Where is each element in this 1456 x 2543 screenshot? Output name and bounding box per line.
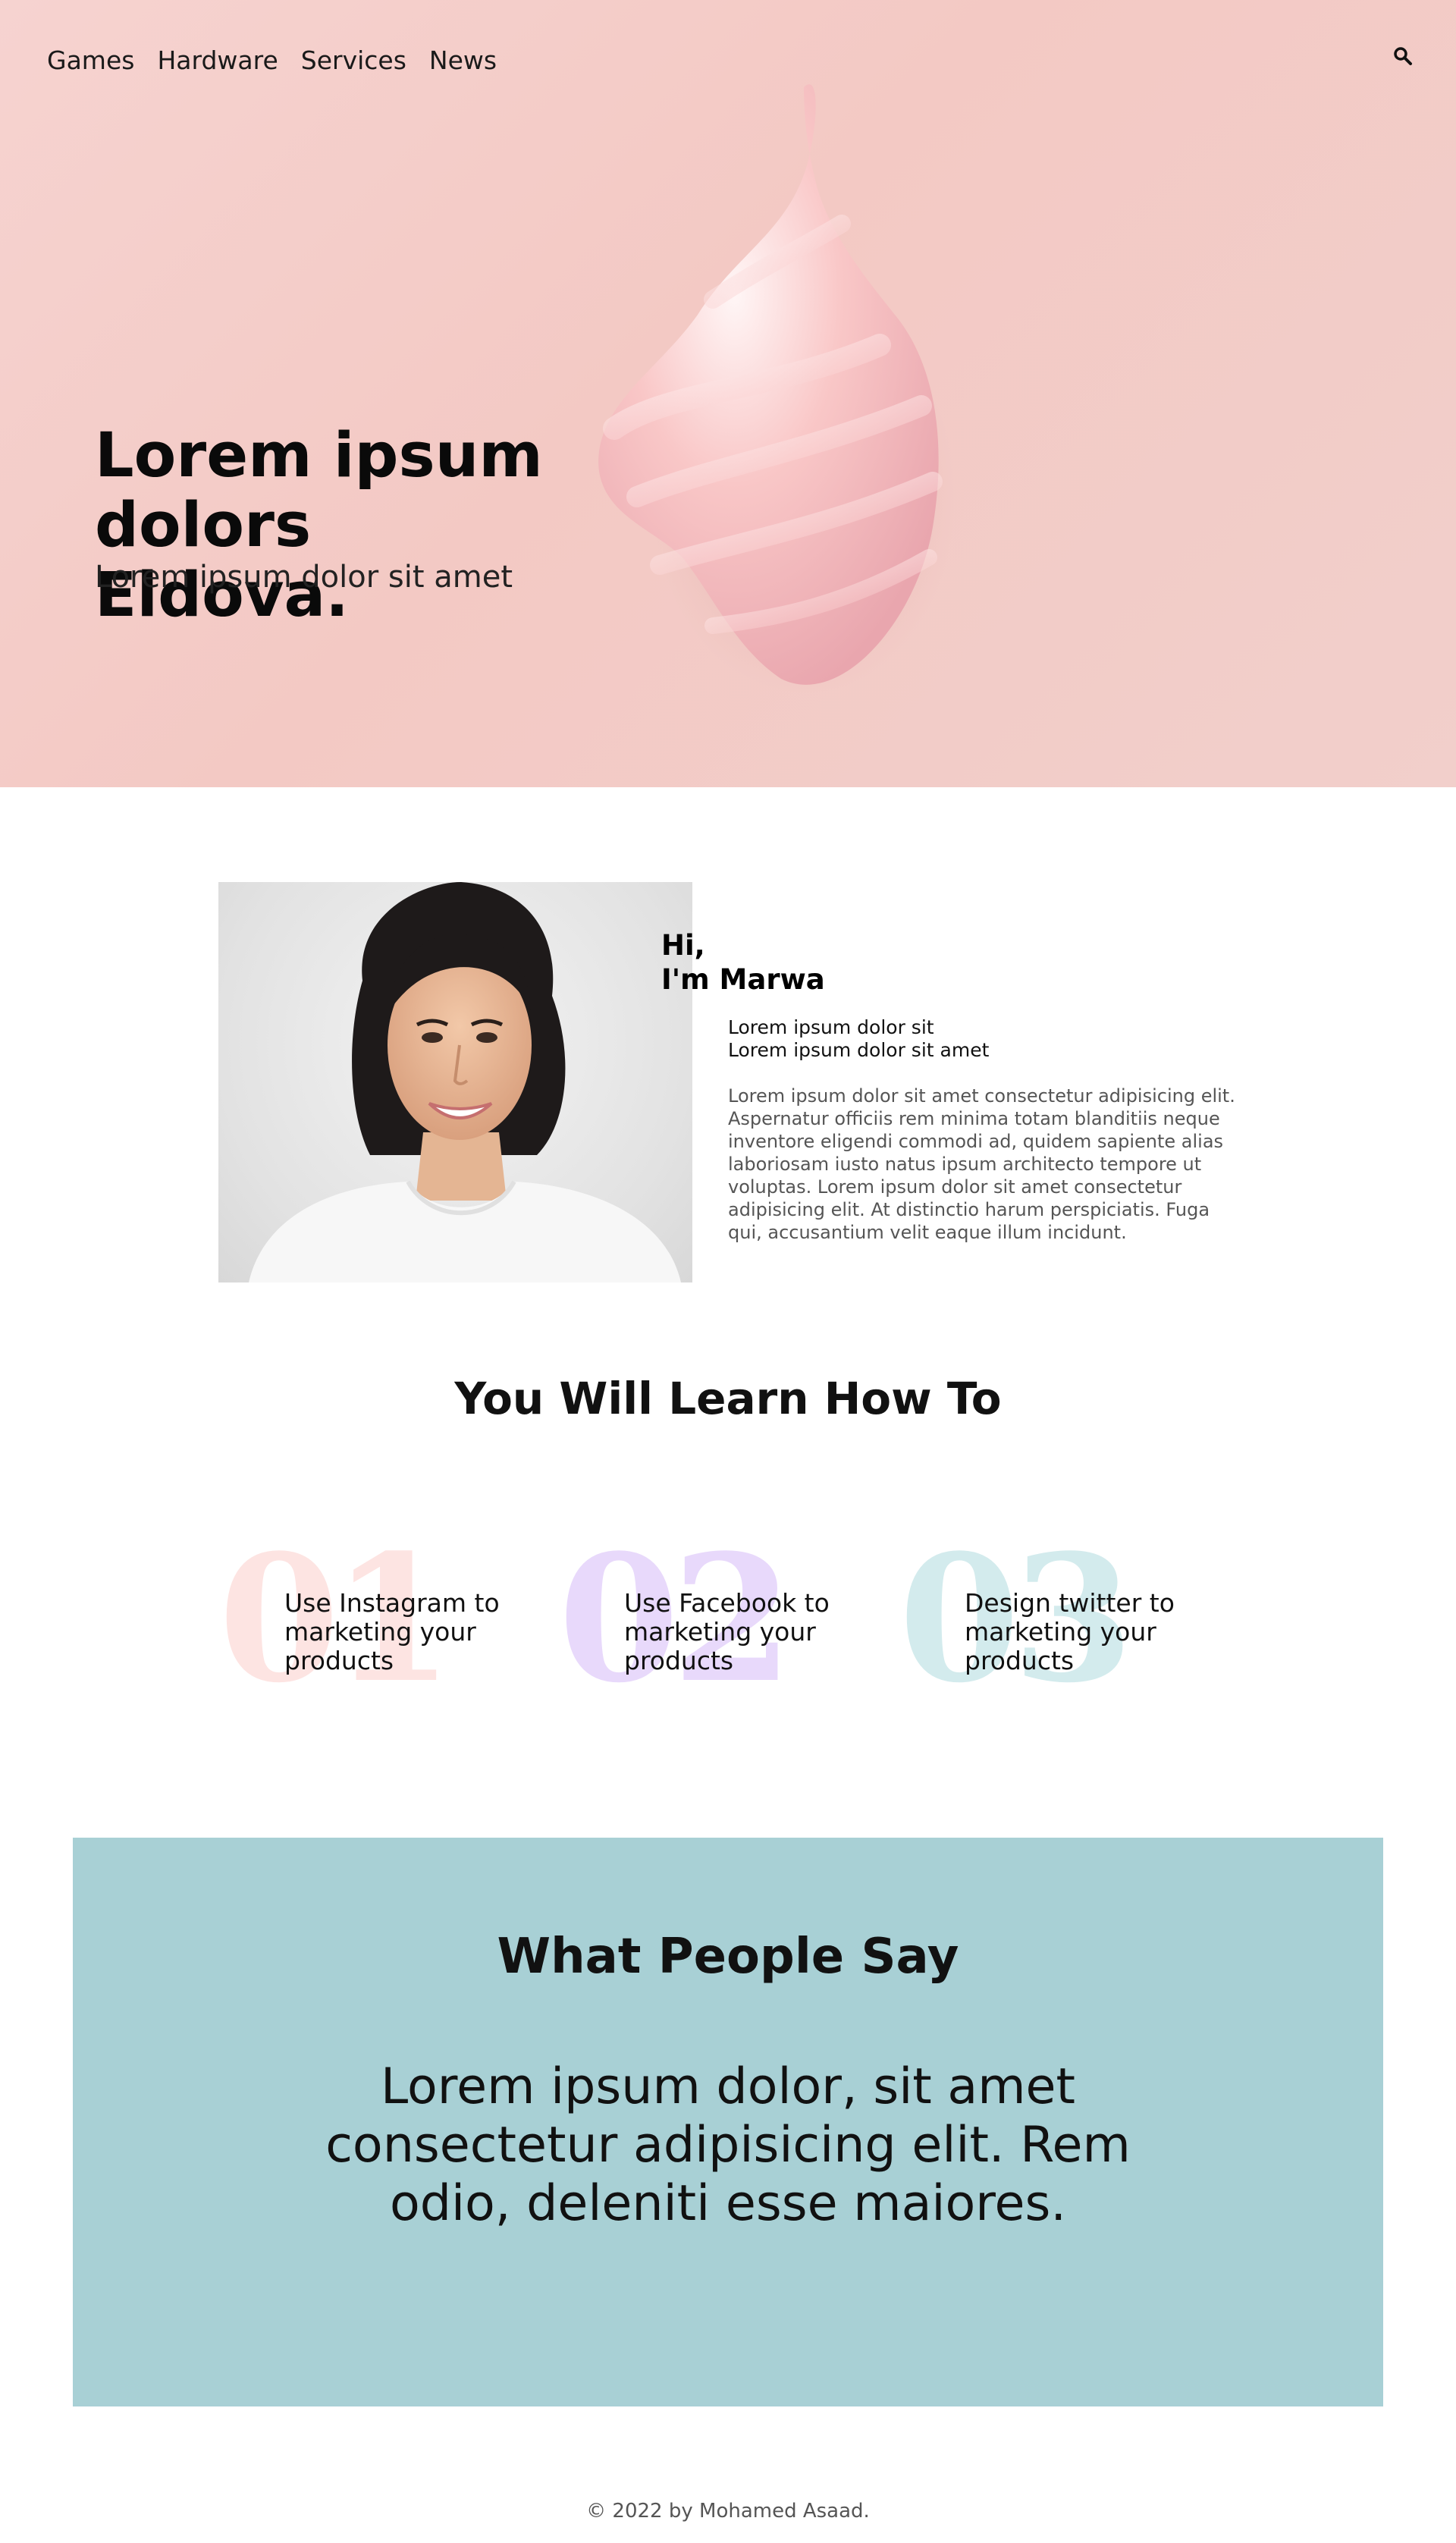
greeting-line-1: Hi, — [661, 929, 705, 962]
testimonial-section: What People Say Lorem ipsum dolor, sit a… — [73, 1838, 1383, 2406]
learn-step-1: 01 Use Instagram to marketing your produ… — [218, 1532, 537, 1714]
greeting-line-2: I'm Marwa — [661, 963, 825, 996]
hero-subtitle: Lorem ipsum dolor sit amet — [95, 560, 513, 595]
testimonial-quote: Lorem ipsum dolor, sit amet consectetur … — [325, 2058, 1131, 2232]
nav-item-news[interactable]: News — [429, 46, 497, 75]
tagline-line-2: Lorem ipsum dolor sit amet — [728, 1039, 990, 1061]
learn-step-3: 03 Design twitter to marketing your prod… — [899, 1532, 1217, 1714]
hero-section: Games Hardware Services News Lorem ipsum… — [0, 0, 1456, 787]
about-bio: Lorem ipsum dolor sit amet consectetur a… — [728, 1085, 1235, 1243]
learn-step-2: 02 Use Facebook to marketing your produc… — [558, 1532, 877, 1714]
nav-item-games[interactable]: Games — [47, 46, 134, 75]
step-text: Use Instagram to marketing your products — [284, 1588, 500, 1675]
tagline-line-1: Lorem ipsum dolor sit — [728, 1016, 934, 1038]
footer-copyright: © 2022 by Mohamed Asaad. — [586, 2500, 870, 2523]
profile-photo — [218, 882, 692, 1282]
main-nav: Games Hardware Services News — [47, 46, 497, 75]
step-text: Use Facebook to marketing your products — [624, 1588, 830, 1675]
search-icon[interactable] — [1392, 46, 1414, 67]
nav-item-hardware[interactable]: Hardware — [157, 46, 278, 75]
step-text: Design twitter to marketing your product… — [965, 1588, 1175, 1675]
greeting-heading: Hi, I'm Marwa — [661, 928, 825, 997]
about-tagline: Lorem ipsum dolor sit Lorem ipsum dolor … — [728, 1016, 989, 1062]
hero-title: Lorem ipsum dolors Eldova. — [95, 421, 777, 630]
learn-section-title: You Will Learn How To — [454, 1373, 1002, 1424]
nav-item-services[interactable]: Services — [301, 46, 406, 75]
hero-title-line-1: Lorem ipsum dolors — [95, 420, 543, 561]
testimonial-title: What People Say — [497, 1929, 959, 1985]
